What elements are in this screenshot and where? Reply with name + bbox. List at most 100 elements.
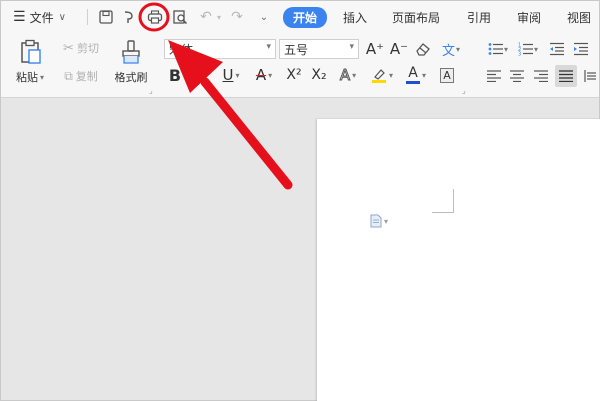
align-center-icon [510,70,524,82]
increase-indent-button[interactable] [571,39,591,59]
redo-icon: ↷ [231,9,243,25]
numbering-button[interactable]: 1 2 3 ▾ [515,39,541,59]
undo-icon: ↶ [200,9,212,25]
strikethrough-icon: A [255,66,267,84]
superscript-button[interactable]: X² [283,65,305,85]
chevron-down-icon: ▾ [533,44,538,54]
group-launcher-icon[interactable]: ⌟ [149,86,153,95]
grow-font-button[interactable]: A⁺ [365,39,385,59]
format-painter-button[interactable] [114,37,148,67]
justify-button[interactable] [555,65,577,87]
svg-text:3: 3 [518,52,521,57]
file-menu-button[interactable]: ☰ 文件 ∨ [13,7,66,27]
tab-insert[interactable]: 插入 [337,7,373,28]
char-border-icon: A [440,67,454,83]
chevron-down-icon: ▾ [384,216,389,226]
text-effect-icon: A [339,66,351,85]
strikethrough-button[interactable]: A ▾ [251,65,277,85]
document-icon [370,214,382,228]
superscript-icon: X² [286,67,302,83]
undo-dropdown[interactable]: ▾ [214,7,224,27]
font-name-input[interactable]: 宋体 ▾ [164,39,276,59]
outdent-icon [550,42,564,56]
scissors-icon: ✂ [63,40,74,56]
italic-button[interactable]: I [191,65,209,85]
bold-icon: B [168,65,182,85]
chevron-down-icon: ▾ [421,70,426,80]
group-launcher-icon[interactable]: ⌟ [462,86,466,95]
highlight-button[interactable]: ▾ [367,65,397,85]
align-center-button[interactable] [508,66,526,86]
cut-button[interactable]: ✂ 剪切 [57,40,105,56]
tab-home[interactable]: 开始 [283,7,327,28]
ribbon-home: 粘贴 ▾ ✂ 剪切 ⧉ 复制 格式刷 ⌟ 宋体 ▾ 五号 ▾ A⁺ A⁻ 文 ▾ [1,31,599,98]
format-painter-label: 格式刷 [114,71,148,84]
highlighter-icon [371,69,386,83]
phonetic-icon: 文 [441,43,455,59]
grow-font-icon: A⁺ [365,40,385,58]
tab-view[interactable]: 视图 [561,7,597,28]
separator [87,9,88,25]
bold-button[interactable]: B [166,65,184,85]
distribute-icon [584,70,596,82]
chevron-down-icon: ▾ [503,44,508,54]
print-icon [147,10,163,24]
paragraph-options-button[interactable]: ▾ [370,214,388,228]
redo-button[interactable]: ↷ [229,7,245,27]
cut-label: 剪切 [76,42,99,55]
file-menu-label: 文件 [29,10,54,25]
align-right-button[interactable] [532,66,550,86]
save-button[interactable] [96,7,116,27]
bullets-button[interactable]: ▾ [485,39,511,59]
distributed-align-button[interactable] [582,66,598,86]
chevron-down-icon: ▾ [349,42,354,52]
format-painter-quick-button[interactable] [119,7,139,27]
save-icon [99,10,113,24]
char-border-button[interactable]: A [437,65,457,85]
document-page[interactable]: ▾ [317,119,600,401]
brush-icon [122,40,140,64]
phonetic-guide-button[interactable]: 文 ▾ [438,39,464,59]
tab-page-layout[interactable]: 页面布局 [386,7,446,28]
font-size-input[interactable]: 五号 ▾ [279,39,359,59]
underline-button[interactable]: U ▾ [217,65,245,85]
justify-icon [559,70,573,82]
eraser-icon [416,43,430,56]
paste-menu-button[interactable]: 粘贴 ▾ [10,69,50,85]
paste-label: 粘贴 [15,71,38,84]
customize-quickbar-button[interactable]: ⌄ [257,7,271,27]
chevron-down-icon: ▾ [235,70,240,80]
chevron-down-icon: ▾ [388,70,393,80]
underline-icon: U [222,66,234,84]
italic-icon: I [197,65,203,85]
undo-button[interactable]: ↶ [198,7,214,27]
customize-icon: ⌄ [259,11,269,23]
decrease-indent-button[interactable] [547,39,567,59]
print-preview-icon [172,10,187,24]
quick-access-bar: ☰ 文件 ∨ ↶ ▾ ↷ ⌄ 开始 插入 页面布局 引用 审阅 视图 [1,1,599,31]
subscript-button[interactable]: X₂ [308,65,330,85]
clear-format-button[interactable] [413,39,433,59]
chevron-down-icon: ▾ [268,70,273,80]
font-color-icon: A [405,66,420,84]
font-color-button[interactable]: A ▾ [402,65,430,85]
chevron-down-icon: ▾ [39,72,44,82]
numbered-list-icon: 1 2 3 [518,43,533,57]
tab-references[interactable]: 引用 [461,7,497,28]
indent-icon [574,42,588,56]
align-left-icon [487,70,501,82]
print-button[interactable] [144,7,166,27]
chevron-down-icon: ▾ [352,70,357,80]
page-margin-corner [432,189,454,213]
text-effect-button[interactable]: A ▾ [335,65,361,85]
clipboard-icon [21,39,41,64]
subscript-icon: X₂ [311,67,327,83]
copy-label: 复制 [75,70,98,83]
bullet-list-icon [488,43,503,55]
tab-review[interactable]: 审阅 [511,7,547,28]
paste-button[interactable] [13,37,49,67]
copy-button[interactable]: ⧉ 复制 [57,68,105,84]
align-left-button[interactable] [485,66,503,86]
print-preview-button[interactable] [170,7,190,27]
shrink-font-button[interactable]: A⁻ [389,39,409,59]
